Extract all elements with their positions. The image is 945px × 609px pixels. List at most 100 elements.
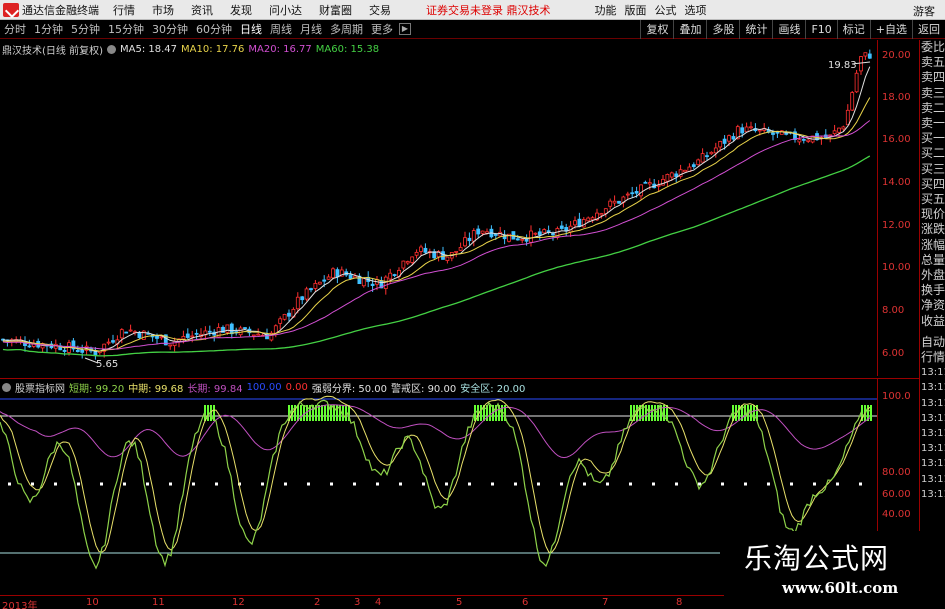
quote-row: 换手	[921, 283, 945, 298]
kline-chart[interactable]: 19.83 5.65	[0, 40, 877, 376]
candle-body	[837, 127, 841, 133]
ma10-label: MA10: 17.76	[181, 44, 245, 55]
candle-body	[744, 126, 749, 133]
signal-bar	[207, 405, 209, 421]
price-tick: 10.00	[882, 262, 911, 273]
tab-1min[interactable]: 1分钟	[30, 21, 67, 37]
candle-body	[423, 247, 428, 253]
menu-item-zixun[interactable]: 资讯	[191, 2, 213, 18]
candle-body	[727, 135, 731, 142]
menu-item-faxian[interactable]: 发现	[230, 2, 252, 18]
boundary-dot	[514, 482, 517, 486]
tab-weekly[interactable]: 周线	[266, 21, 296, 37]
quote-row: 买五	[921, 192, 945, 207]
tool-diejia[interactable]: 叠加	[673, 20, 706, 39]
candle-body	[537, 231, 542, 236]
menu-item-jiaoyi[interactable]: 交易	[369, 2, 391, 18]
price-tick: 16.00	[882, 134, 911, 145]
candle-body	[757, 129, 762, 132]
candle-body	[617, 200, 621, 204]
tab-30min[interactable]: 30分钟	[148, 21, 192, 37]
tab-monthly[interactable]: 月线	[296, 21, 326, 37]
candle-body	[278, 318, 283, 324]
candle-body	[128, 329, 133, 332]
tab-60min[interactable]: 60分钟	[192, 21, 236, 37]
candle-body	[700, 153, 705, 163]
candle-body	[705, 155, 709, 158]
candle-body	[405, 261, 410, 264]
price-tick: 18.00	[882, 92, 911, 103]
candle-body	[806, 139, 811, 142]
indicator-settings-icon[interactable]	[2, 383, 11, 392]
tab-15min[interactable]: 15分钟	[104, 21, 148, 37]
candle-body	[62, 349, 67, 352]
menu-item-gongshi[interactable]: 公式	[655, 2, 677, 18]
price-tick: 20.00	[882, 50, 911, 61]
tool-zixuan[interactable]: +自选	[869, 20, 912, 39]
tool-tongji[interactable]: 统计	[739, 20, 772, 39]
guest-label[interactable]: 游客	[913, 3, 935, 19]
candle-body	[476, 228, 481, 235]
tab-more[interactable]: 更多	[367, 21, 397, 37]
candle-body	[414, 251, 419, 256]
tool-biaoji[interactable]: 标记	[836, 20, 870, 39]
candle-body	[159, 336, 164, 339]
date-label: 2013年	[2, 601, 38, 609]
signal-bar	[336, 405, 338, 421]
menu-item-xuanxiang[interactable]: 选项	[685, 2, 707, 18]
candle-body	[551, 233, 555, 236]
candle-body	[300, 296, 305, 301]
menu-item-shichang[interactable]: 市场	[152, 2, 174, 18]
boundary-dot	[767, 482, 770, 486]
tool-fanhui[interactable]: 返回	[912, 20, 945, 39]
candle-body	[559, 225, 564, 229]
candle-body	[445, 256, 450, 261]
date-label: 4	[375, 597, 382, 608]
candle-body	[867, 53, 872, 59]
boundary-dot	[606, 482, 609, 486]
candle-body	[190, 335, 195, 338]
indicator-tick: 100.0	[882, 391, 911, 402]
tab-multi-period[interactable]: 多周期	[326, 21, 367, 37]
auto-quote-toggle[interactable]: 自动	[920, 335, 945, 350]
candle-body	[722, 138, 727, 144]
signal-bar	[651, 405, 653, 421]
settings-gear-icon[interactable]	[106, 45, 116, 54]
boundary-dot	[399, 482, 402, 486]
menu-item-gongneng[interactable]: 功能	[595, 2, 617, 18]
boundary-dot	[744, 482, 747, 486]
candle-body	[529, 230, 533, 243]
boundary-dot	[652, 482, 655, 486]
tool-duogu[interactable]: 多股	[706, 20, 739, 39]
boundary-dot	[422, 482, 425, 486]
candle-body	[850, 92, 855, 111]
tab-5min[interactable]: 5分钟	[67, 21, 104, 37]
tool-huaxian[interactable]: 画线	[772, 20, 805, 39]
app-title: 通达信金融终端	[22, 3, 99, 17]
menu-item-wenxiaoda[interactable]: 问小达	[269, 2, 302, 18]
quote-row: 委比	[921, 40, 945, 54]
app-logo-icon	[3, 2, 19, 17]
menu-item-banmian[interactable]: 版面	[625, 2, 647, 18]
candle-body	[599, 213, 604, 216]
candle-body	[124, 331, 129, 334]
quote-row: 行情	[921, 350, 945, 365]
scroll-right-icon[interactable]: ▶	[399, 23, 411, 35]
candle-body	[93, 351, 98, 356]
candle-body	[181, 336, 186, 340]
menu-item-hangqing[interactable]: 行情	[113, 2, 135, 18]
boundary-dot	[123, 482, 126, 486]
value-label-1: 100.00	[246, 382, 282, 393]
tool-fuquan[interactable]: 复权	[640, 20, 673, 39]
tab-daily[interactable]: 日线	[236, 21, 266, 37]
candle-body	[643, 181, 648, 184]
candle-body	[287, 312, 291, 317]
boundary-dot	[629, 482, 632, 486]
tool-f10[interactable]: F10	[805, 20, 836, 39]
date-label: 3	[354, 597, 361, 608]
tab-fenshi[interactable]: 分时	[0, 21, 30, 37]
menu-item-caifuquan[interactable]: 财富圈	[319, 2, 352, 18]
candle-body	[669, 172, 674, 178]
indicator-name: 股票指标网	[15, 384, 65, 395]
candle-body	[243, 327, 247, 329]
